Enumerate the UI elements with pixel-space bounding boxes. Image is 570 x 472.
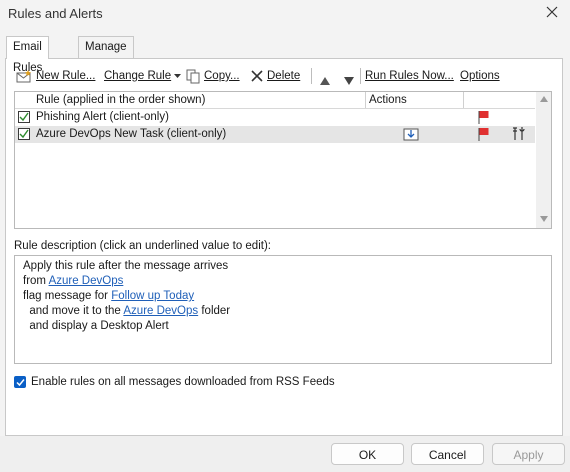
rule-description-label: Rule description (click an underlined va… xyxy=(14,240,271,252)
tab-email-rules[interactable]: Email Rules xyxy=(6,36,50,74)
rss-rules-checkbox[interactable] xyxy=(14,376,26,388)
follow-up-link[interactable]: Follow up Today xyxy=(111,290,194,302)
scroll-down-icon[interactable] xyxy=(540,216,548,222)
cancel-button[interactable]: Cancel xyxy=(411,443,484,465)
description-text: and move it to the xyxy=(23,305,124,317)
description-line: Apply this rule after the message arrive… xyxy=(23,260,229,272)
window-title: Rules and Alerts xyxy=(8,6,103,21)
rss-rules-label: Enable rules on all messages downloaded … xyxy=(31,376,335,388)
move-down-icon[interactable] xyxy=(344,71,354,91)
rule-name: Azure DevOps New Task (client-only) xyxy=(36,128,227,140)
check-icon xyxy=(19,112,29,122)
toolbar-divider xyxy=(360,68,361,84)
move-up-icon[interactable] xyxy=(320,71,330,91)
column-header-actions[interactable]: Actions xyxy=(369,93,407,107)
description-line: and move it to the Azure DevOps folder xyxy=(23,304,230,319)
rss-rules-checkbox-row[interactable]: Enable rules on all messages downloaded … xyxy=(14,376,335,388)
rule-name: Phishing Alert (client-only) xyxy=(36,111,169,123)
move-to-folder-icon xyxy=(403,128,419,141)
column-header-rule[interactable]: Rule (applied in the order shown) xyxy=(36,93,205,107)
description-text: from xyxy=(23,275,49,287)
flag-icon xyxy=(478,111,489,124)
options-button[interactable]: Options xyxy=(460,66,500,86)
copy-icon xyxy=(186,69,200,83)
rule-description-box: Apply this rule after the message arrive… xyxy=(14,255,552,364)
ok-button[interactable]: OK xyxy=(331,443,404,465)
column-divider[interactable] xyxy=(365,92,366,108)
dialog-footer xyxy=(0,436,570,472)
chevron-down-icon xyxy=(174,73,182,78)
rule-row-azure-devops-new-task[interactable]: Azure DevOps New Task (client-only) xyxy=(15,126,535,143)
tab-manage-alerts[interactable]: Manage Alerts xyxy=(78,36,134,74)
copy-label: Copy... xyxy=(204,70,240,82)
options-label: Options xyxy=(460,70,500,82)
from-value-link[interactable]: Azure DevOps xyxy=(49,275,124,287)
description-line: from Azure DevOps xyxy=(23,274,123,289)
change-rule-button[interactable]: Change Rule xyxy=(104,66,182,86)
check-icon xyxy=(19,129,29,139)
description-line: flag message for Follow up Today xyxy=(23,289,194,304)
tools-icon[interactable] xyxy=(512,126,526,142)
rules-list-header: Rule (applied in the order shown) Action… xyxy=(15,92,535,109)
description-text: flag message for xyxy=(23,290,112,302)
flag-icon xyxy=(478,128,489,141)
scroll-up-icon[interactable] xyxy=(540,96,548,102)
close-icon[interactable] xyxy=(544,4,560,20)
delete-x-icon xyxy=(251,70,263,82)
rules-list-scrollbar[interactable] xyxy=(536,92,551,228)
toolbar-divider xyxy=(311,68,312,84)
column-divider[interactable] xyxy=(463,92,464,108)
description-text: folder xyxy=(198,305,231,317)
delete-label: Delete xyxy=(267,70,301,82)
rule-enabled-checkbox[interactable] xyxy=(18,128,30,140)
folder-link[interactable]: Azure DevOps xyxy=(123,305,198,317)
rules-list: Rule (applied in the order shown) Action… xyxy=(14,91,552,229)
apply-button[interactable]: Apply xyxy=(492,443,565,465)
rule-enabled-checkbox[interactable] xyxy=(18,111,30,123)
delete-button[interactable]: Delete xyxy=(250,66,300,86)
run-rules-now-label: Run Rules Now... xyxy=(365,70,454,82)
check-icon xyxy=(15,378,25,386)
copy-button[interactable]: Copy... xyxy=(186,66,240,86)
description-line: and display a Desktop Alert xyxy=(23,320,169,332)
rule-row-phishing-alert[interactable]: Phishing Alert (client-only) xyxy=(15,109,535,126)
change-rule-label: Change Rule xyxy=(104,70,172,82)
run-rules-now-button[interactable]: Run Rules Now... xyxy=(365,66,454,86)
new-rule-label: New Rule... xyxy=(36,70,96,82)
